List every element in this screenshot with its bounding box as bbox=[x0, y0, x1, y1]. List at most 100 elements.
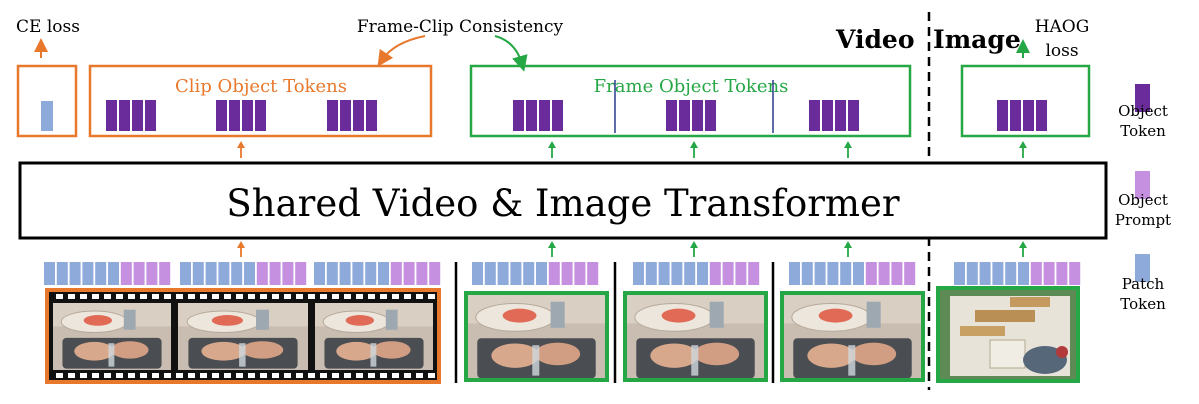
transformer-output-arrows bbox=[237, 141, 1027, 158]
object-token bbox=[848, 100, 859, 131]
film-hole bbox=[392, 373, 399, 378]
film-hole bbox=[212, 373, 219, 378]
video-clip-frame-2 bbox=[178, 303, 308, 370]
patch-token-label-line2: Token bbox=[1120, 295, 1166, 313]
object-prompt-token bbox=[416, 262, 428, 285]
film-hole bbox=[152, 373, 159, 378]
object-token bbox=[526, 100, 537, 131]
patch-token bbox=[497, 262, 509, 285]
patch-token bbox=[827, 262, 839, 285]
video-frames bbox=[464, 291, 925, 382]
frame-input-arrow-2-head bbox=[690, 241, 698, 248]
film-hole bbox=[284, 373, 291, 378]
patch-token bbox=[56, 262, 68, 285]
patch-token bbox=[192, 262, 204, 285]
patch-token bbox=[244, 262, 255, 285]
film-hole bbox=[428, 294, 435, 299]
film-hole bbox=[224, 294, 231, 299]
patch-token bbox=[789, 262, 800, 285]
legend: Object Token Object Prompt Patch Token bbox=[1115, 84, 1171, 313]
film-hole bbox=[236, 373, 243, 378]
clip-input-tokens-1 bbox=[44, 262, 171, 285]
film-hole bbox=[356, 373, 363, 378]
object-prompt-token bbox=[282, 262, 294, 285]
clip-output-arrow-head bbox=[237, 141, 245, 148]
video-clip-frame-3 bbox=[315, 303, 433, 370]
object-prompt-label-line2: Prompt bbox=[1115, 211, 1171, 229]
film-hole bbox=[104, 373, 111, 378]
film-hole bbox=[308, 373, 315, 378]
frame-object-token-group-3 bbox=[809, 100, 859, 131]
film-hole bbox=[248, 373, 255, 378]
object-prompt-token bbox=[561, 262, 573, 285]
frame-object-token-groups bbox=[513, 100, 859, 131]
film-hole bbox=[284, 294, 291, 299]
architecture-diagram: CE loss Frame-Clip Consistency Video Ima… bbox=[0, 0, 1199, 400]
clip-input-arrow-head bbox=[237, 241, 245, 248]
object-token bbox=[119, 100, 130, 131]
film-hole bbox=[404, 294, 411, 299]
video-clip-frame-1 bbox=[53, 303, 171, 370]
film-hole bbox=[80, 373, 87, 378]
object-token bbox=[229, 100, 240, 131]
object-token bbox=[679, 100, 690, 131]
legend-patch-token: Patch Token bbox=[1120, 254, 1166, 313]
film-hole bbox=[344, 373, 351, 378]
frame-3-scene bbox=[782, 293, 923, 380]
object-token bbox=[216, 100, 227, 131]
frame-output-arrow-2-head bbox=[690, 141, 698, 148]
paper-sheet bbox=[989, 339, 1026, 369]
object-token bbox=[353, 100, 364, 131]
object-token bbox=[132, 100, 143, 131]
patch-token bbox=[801, 262, 813, 285]
film-hole bbox=[332, 373, 339, 378]
object-token-label-line2: Token bbox=[1120, 122, 1166, 140]
frame-input-arrow-3-head bbox=[844, 241, 852, 248]
film-hole bbox=[212, 294, 219, 299]
patch-token bbox=[326, 262, 338, 285]
patch-token bbox=[523, 262, 535, 285]
diagram-canvas: CE loss Frame-Clip Consistency Video Ima… bbox=[16, 12, 1171, 390]
legend-object-prompt: Object Prompt bbox=[1115, 171, 1171, 229]
haog-label-line1: HAOG bbox=[1035, 17, 1090, 37]
object-prompt-token bbox=[748, 262, 760, 285]
object-token bbox=[145, 100, 156, 131]
patch-token bbox=[339, 262, 351, 285]
patch-token bbox=[992, 262, 1004, 285]
patch-token bbox=[658, 262, 670, 285]
film-hole bbox=[164, 294, 171, 299]
video-clip-filmstrip bbox=[45, 288, 441, 384]
object-prompt-token bbox=[403, 262, 415, 285]
patch-token bbox=[684, 262, 696, 285]
patch-token bbox=[814, 262, 826, 285]
film-hole bbox=[68, 373, 75, 378]
patch-token bbox=[697, 262, 708, 285]
film-hole bbox=[92, 294, 99, 299]
patch-token bbox=[205, 262, 217, 285]
frame-1-scene bbox=[466, 293, 607, 380]
film-hole bbox=[380, 373, 387, 378]
patch-token bbox=[510, 262, 522, 285]
film-hole bbox=[164, 373, 171, 378]
patch-token bbox=[1005, 262, 1017, 285]
clip-object-token-groups bbox=[106, 100, 377, 131]
patch-token bbox=[95, 262, 107, 285]
film-hole bbox=[80, 294, 87, 299]
object-token bbox=[692, 100, 703, 131]
object-prompt-token bbox=[865, 262, 877, 285]
clip-input-tokens-2 bbox=[180, 262, 307, 285]
object-token bbox=[106, 100, 117, 131]
film-hole bbox=[116, 373, 123, 378]
film-hole bbox=[176, 294, 183, 299]
object-prompt-token bbox=[574, 262, 586, 285]
film-hole bbox=[188, 373, 195, 378]
patch-token bbox=[671, 262, 683, 285]
patch-token-label-line1: Patch bbox=[1122, 275, 1165, 293]
patch-token bbox=[180, 262, 191, 285]
object-token bbox=[1023, 100, 1034, 131]
film-hole bbox=[272, 373, 279, 378]
object-token-label-line1: Object bbox=[1118, 102, 1168, 120]
film-hole bbox=[380, 294, 387, 299]
wood-block bbox=[975, 310, 1035, 322]
patch-token bbox=[231, 262, 243, 285]
